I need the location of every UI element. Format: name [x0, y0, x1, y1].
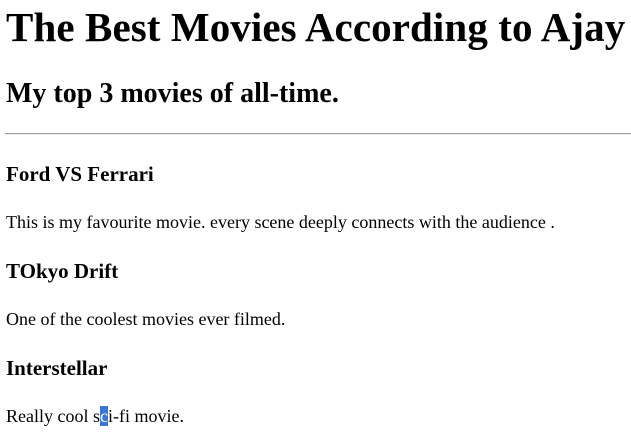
- movie-title-interstellar: Interstellar: [6, 356, 108, 380]
- page-subtitle: My top 3 movies of all-time.: [6, 78, 339, 109]
- movie-title-ford-vs-ferrari: Ford VS Ferrari: [6, 162, 154, 186]
- movie-description-ford-vs-ferrari: This is my favourite movie. every scene …: [6, 212, 555, 232]
- divider: [5, 133, 631, 135]
- movie-title-tokyo-drift: TOkyo Drift: [6, 259, 119, 283]
- text-selection-highlight[interactable]: c: [99, 406, 108, 426]
- description-text-before-selection: Really cool s: [6, 406, 100, 426]
- movie-description-tokyo-drift: One of the coolest movies ever filmed.: [6, 309, 286, 329]
- page-title: The Best Movies According to Ajay: [6, 4, 626, 50]
- description-text-after-selection: i-fi movie.: [107, 406, 184, 426]
- movie-description-interstellar: Really cool sci-fi movie.: [6, 405, 184, 427]
